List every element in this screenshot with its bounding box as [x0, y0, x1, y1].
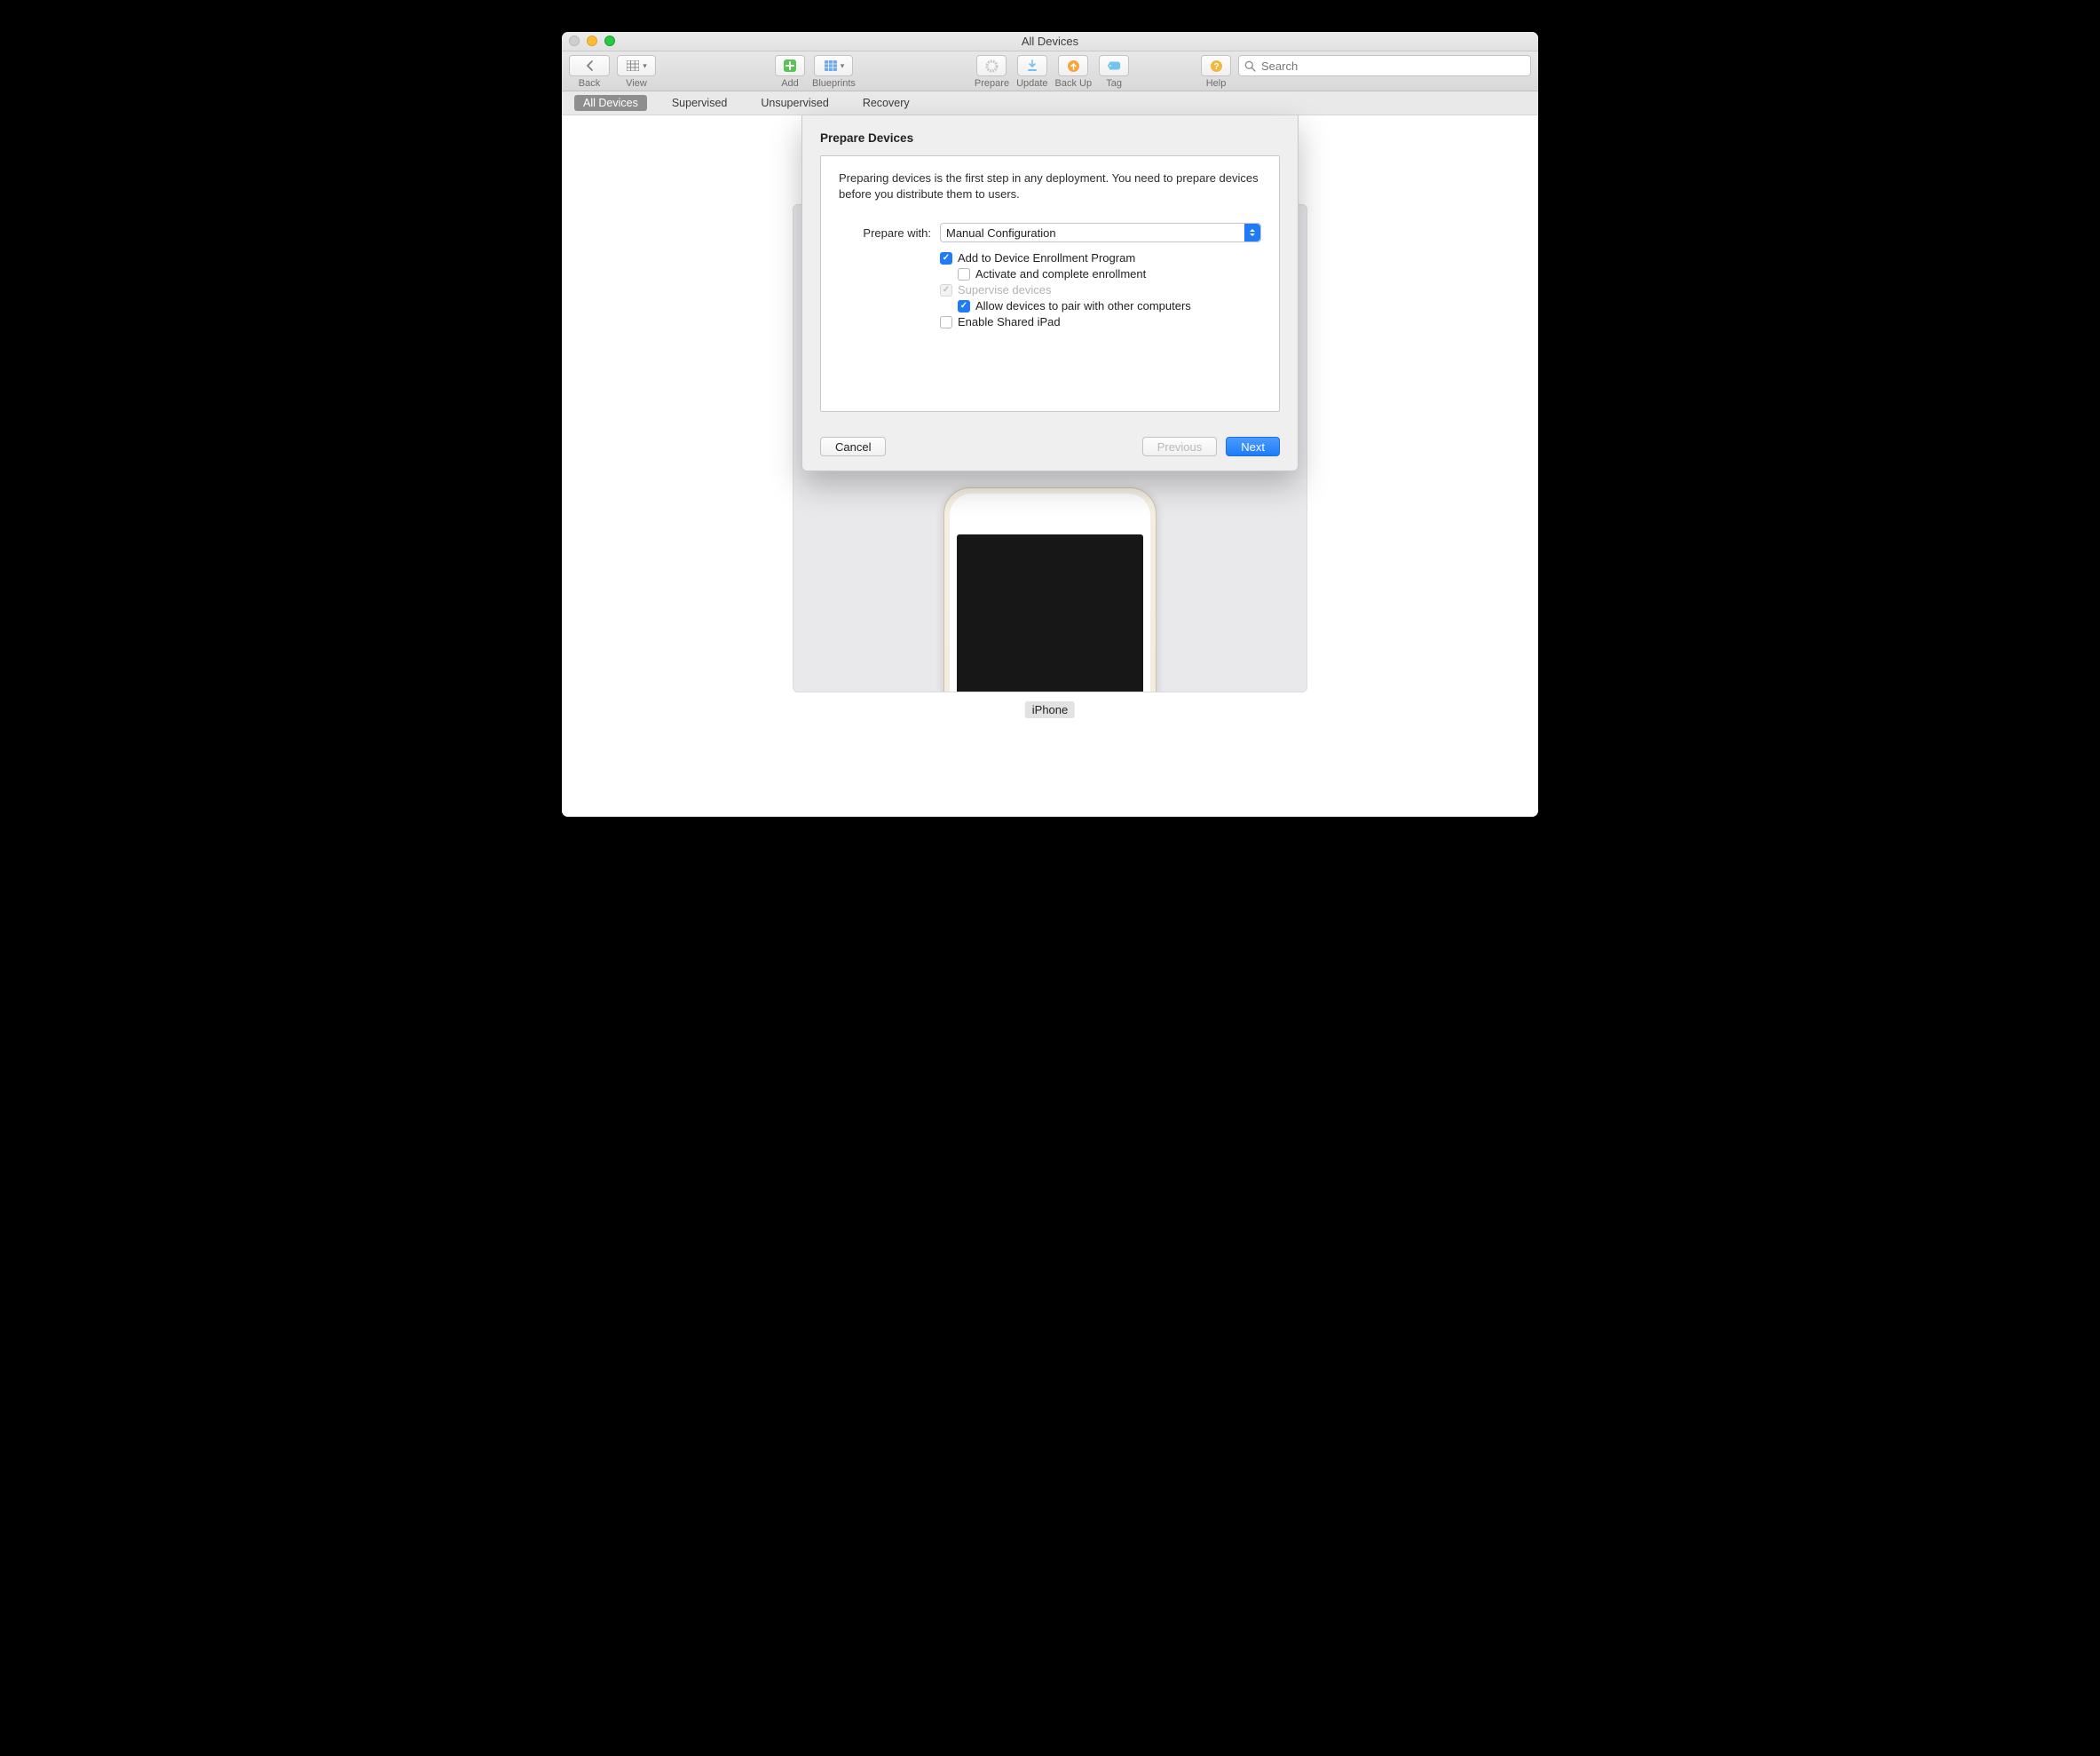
prepare-button[interactable]	[976, 55, 1007, 76]
view-button[interactable]: ▾	[617, 55, 656, 76]
back-button[interactable]	[569, 55, 610, 76]
checkbox-supervise-devices	[940, 284, 952, 297]
checkbox-shared-ipad[interactable]	[940, 316, 952, 328]
help-button[interactable]: ?	[1201, 55, 1231, 76]
label-allow-pair: Allow devices to pair with other compute…	[975, 299, 1191, 312]
window-close-button[interactable]	[569, 36, 580, 46]
blueprint-icon	[824, 59, 838, 72]
search-input[interactable]	[1261, 59, 1525, 73]
blueprints-label: Blueprints	[812, 78, 856, 89]
checkbox-allow-pair[interactable]	[958, 300, 970, 312]
window-title: All Devices	[1022, 35, 1078, 48]
titlebar: All Devices	[562, 32, 1538, 51]
search-field[interactable]	[1238, 55, 1531, 76]
tag-button[interactable]	[1099, 55, 1129, 76]
svg-text:?: ?	[1213, 62, 1219, 72]
sheet-description: Preparing devices is the first step in a…	[839, 170, 1261, 202]
prepare-with-select[interactable]: Manual Configuration	[940, 223, 1261, 242]
checkbox-add-dep[interactable]	[940, 252, 952, 265]
cancel-button[interactable]: Cancel	[820, 437, 886, 456]
add-button[interactable]	[775, 55, 805, 76]
filter-bar: All Devices Supervised Unsupervised Reco…	[562, 91, 1538, 115]
sheet-title: Prepare Devices	[820, 131, 1280, 145]
back-label: Back	[579, 78, 600, 89]
label-add-dep: Add to Device Enrollment Program	[958, 251, 1135, 265]
prepare-label: Prepare	[975, 78, 1009, 89]
filter-unsupervised[interactable]: Unsupervised	[752, 95, 837, 111]
update-button[interactable]	[1017, 55, 1047, 76]
next-button[interactable]: Next	[1226, 437, 1280, 456]
label-shared-ipad: Enable Shared iPad	[958, 315, 1061, 328]
blueprints-button[interactable]: ▾	[814, 55, 853, 76]
sheet-body: Preparing devices is the first step in a…	[820, 155, 1280, 412]
help-label: Help	[1206, 78, 1227, 89]
grid-icon	[626, 59, 640, 72]
backup-button[interactable]	[1058, 55, 1088, 76]
window-minimize-button[interactable]	[587, 36, 597, 46]
chevron-down-icon: ▾	[643, 61, 647, 71]
tag-icon	[1107, 59, 1121, 72]
search-icon	[1244, 60, 1256, 72]
backup-label: Back Up	[1055, 78, 1093, 89]
update-label: Update	[1016, 78, 1047, 89]
prepare-with-value: Manual Configuration	[946, 226, 1056, 240]
filter-recovery[interactable]: Recovery	[854, 95, 919, 111]
label-supervise-devices: Supervise devices	[958, 283, 1052, 297]
filter-supervised[interactable]: Supervised	[663, 95, 737, 111]
gear-ring-icon	[984, 59, 999, 72]
tag-label: Tag	[1106, 78, 1122, 89]
add-label: Add	[781, 78, 799, 89]
chevron-down-icon: ▾	[841, 61, 845, 71]
filter-all-devices[interactable]: All Devices	[574, 95, 647, 111]
window-zoom-button[interactable]	[604, 36, 615, 46]
select-caret-icon	[1244, 224, 1260, 241]
app-window: All Devices Back ▾ View	[562, 32, 1538, 817]
plus-icon	[783, 59, 797, 72]
content-area: iPhone Prepare Devices Preparing devices…	[562, 115, 1538, 817]
previous-button: Previous	[1142, 437, 1218, 456]
upload-icon	[1066, 59, 1080, 72]
prepare-devices-sheet: Prepare Devices Preparing devices is the…	[801, 115, 1299, 471]
checkbox-activate-enrollment[interactable]	[958, 268, 970, 281]
download-icon	[1025, 59, 1039, 72]
prepare-with-label: Prepare with:	[839, 226, 931, 240]
toolbar: Back ▾ View Add	[562, 51, 1538, 91]
device-label[interactable]: iPhone	[1025, 701, 1075, 718]
help-icon: ?	[1209, 59, 1223, 72]
iphone-icon	[943, 487, 1157, 692]
view-label: View	[626, 78, 647, 89]
label-activate-enrollment: Activate and complete enrollment	[975, 267, 1146, 281]
chevron-left-icon	[582, 59, 596, 72]
